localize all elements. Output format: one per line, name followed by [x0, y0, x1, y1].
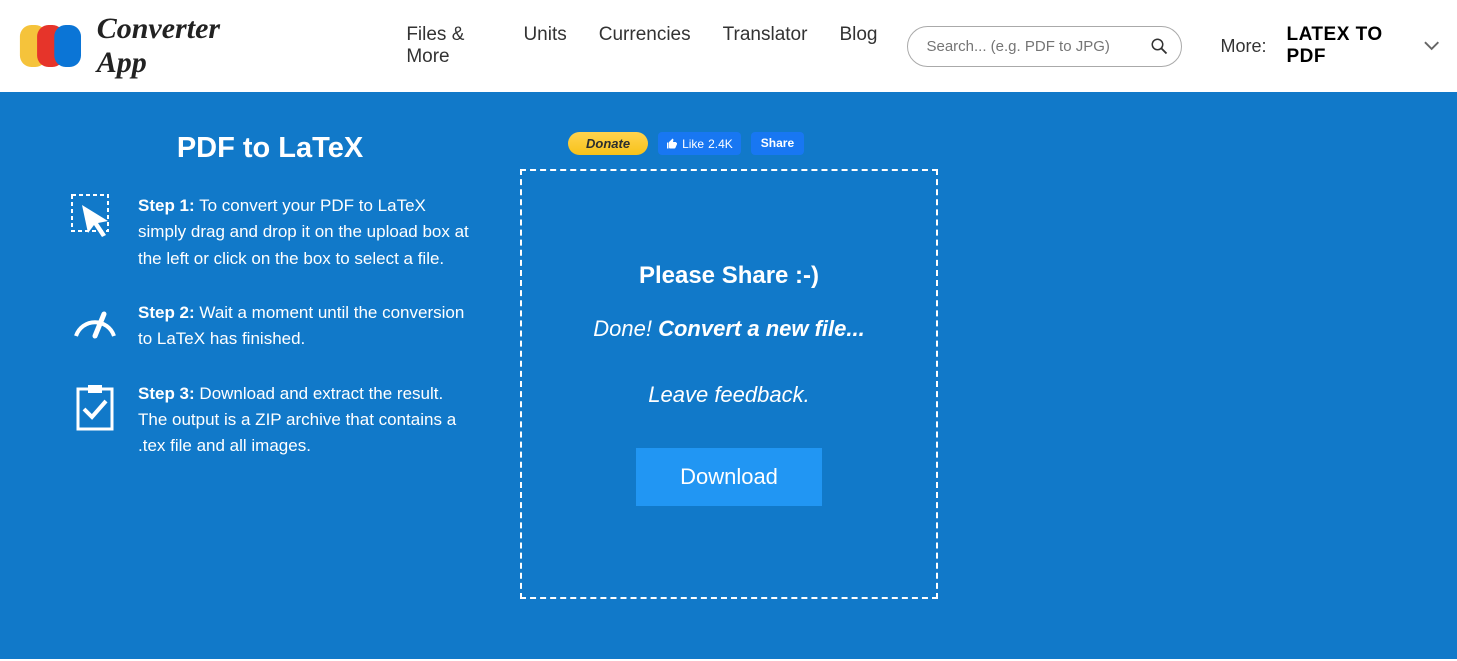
social-row: Donate Like 2.4K Share — [568, 132, 938, 155]
clipboard-check-icon — [70, 381, 120, 431]
thumbs-up-icon — [666, 138, 678, 150]
nav-files[interactable]: Files & More — [406, 24, 491, 68]
donate-button[interactable]: Donate — [568, 132, 648, 155]
fb-like-label: Like — [682, 137, 704, 151]
feedback-link[interactable]: Leave feedback. — [648, 382, 809, 408]
cursor-icon — [70, 193, 120, 243]
hero-section: PDF to LaTeX Step 1: To convert your PDF… — [0, 92, 1457, 659]
nav-units[interactable]: Units — [523, 24, 566, 68]
logo[interactable]: Converter App — [18, 12, 268, 80]
step-2-text: Step 2: Wait a moment until the conversi… — [138, 300, 470, 353]
nav-currencies[interactable]: Currencies — [599, 24, 691, 68]
instructions-column: PDF to LaTeX Step 1: To convert your PDF… — [70, 132, 470, 599]
more-link[interactable]: LATEX TO PDF — [1287, 24, 1440, 68]
nav-blog[interactable]: Blog — [839, 24, 877, 68]
download-button[interactable]: Download — [636, 448, 822, 506]
action-column: Donate Like 2.4K Share Please Share :-) … — [520, 132, 938, 599]
done-line: Done! Convert a new file... — [593, 316, 864, 342]
share-title: Please Share :-) — [639, 262, 819, 290]
step-1-label: Step 1: — [138, 196, 195, 215]
search-wrap — [907, 26, 1182, 67]
header: Converter App Files & More Units Currenc… — [0, 0, 1457, 92]
more-label: More: — [1220, 36, 1266, 57]
search-icon[interactable] — [1150, 37, 1168, 55]
step-3: Step 3: Download and extract the result.… — [70, 381, 470, 460]
nav-translator[interactable]: Translator — [723, 24, 808, 68]
step-3-text: Step 3: Download and extract the result.… — [138, 381, 470, 460]
step-3-label: Step 3: — [138, 384, 195, 403]
main-nav: Files & More Units Currencies Translator… — [406, 24, 877, 68]
drop-box[interactable]: Please Share :-) Done! Convert a new fil… — [520, 169, 938, 599]
fb-share-button[interactable]: Share — [751, 132, 804, 155]
gauge-icon — [70, 300, 120, 350]
step-1: Step 1: To convert your PDF to LaTeX sim… — [70, 193, 470, 272]
more-link-text: LATEX TO PDF — [1287, 24, 1422, 68]
step-2-label: Step 2: — [138, 303, 195, 322]
step-1-text: Step 1: To convert your PDF to LaTeX sim… — [138, 193, 470, 272]
page-title: PDF to LaTeX — [70, 132, 470, 165]
brand-name: Converter App — [97, 12, 269, 80]
step-2: Step 2: Wait a moment until the conversi… — [70, 300, 470, 353]
logo-icon — [18, 18, 87, 74]
convert-new-link[interactable]: Convert a new file... — [658, 316, 865, 341]
fb-like-count: 2.4K — [708, 137, 733, 151]
fb-like-button[interactable]: Like 2.4K — [658, 132, 741, 155]
chevron-down-icon — [1424, 41, 1439, 51]
done-text: Done! — [593, 316, 658, 341]
search-input[interactable] — [907, 26, 1182, 67]
